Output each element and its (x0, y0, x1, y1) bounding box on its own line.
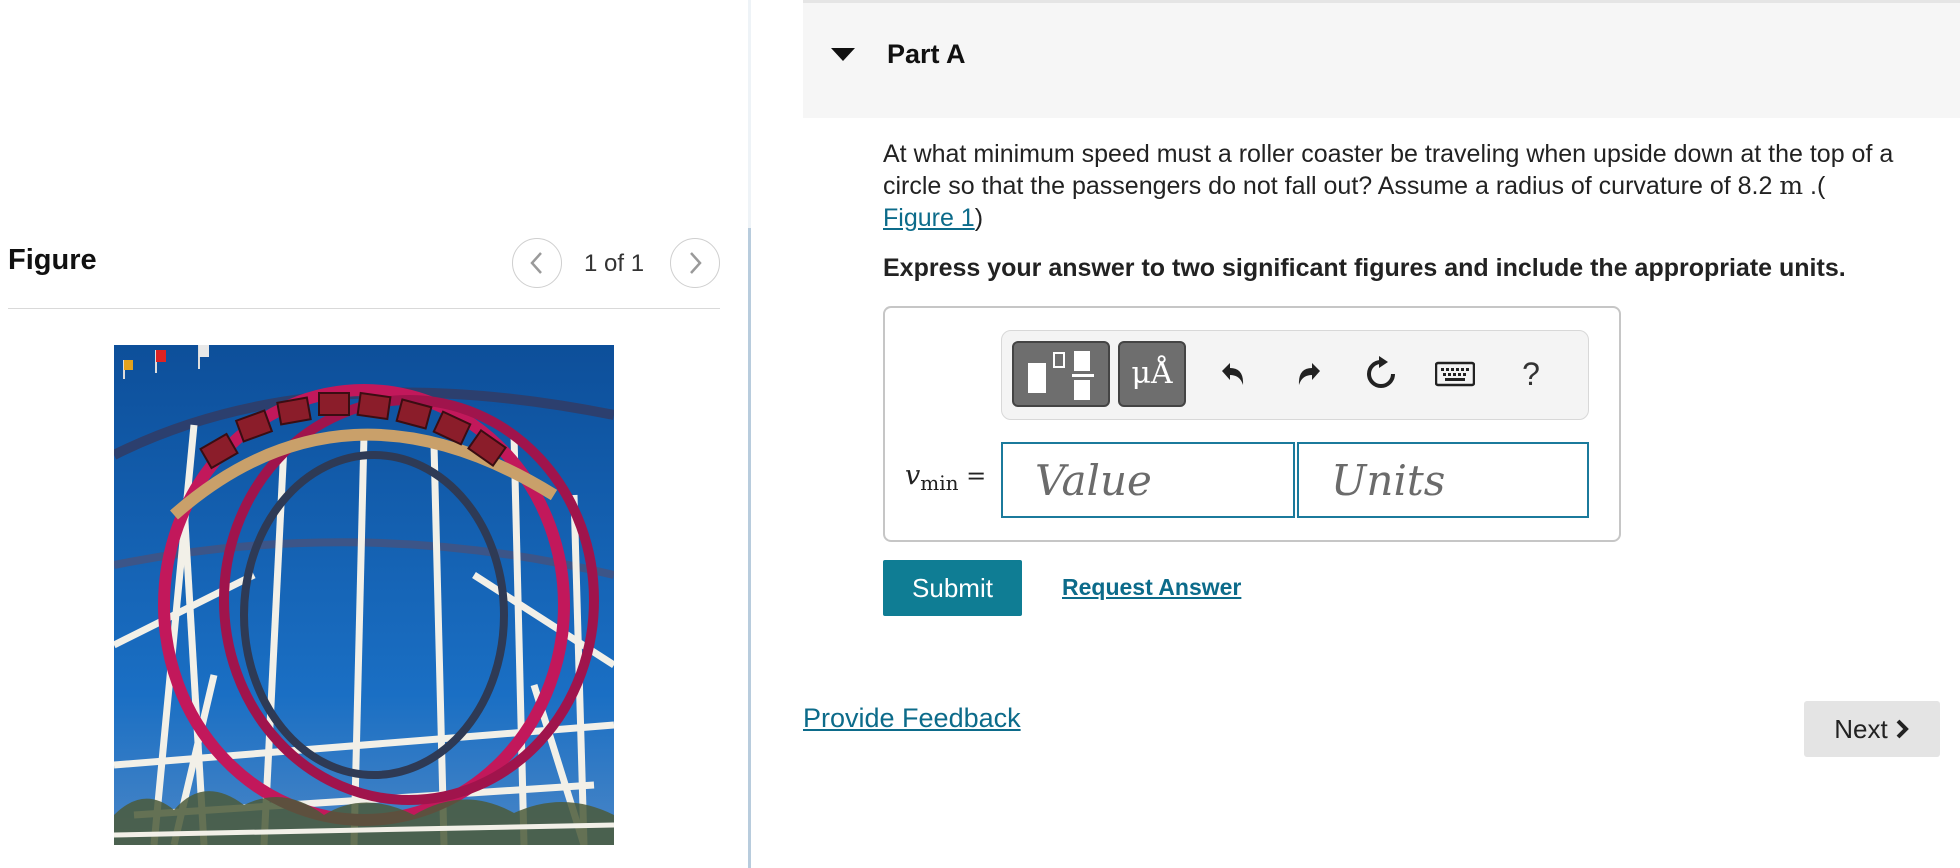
figure-title: Figure (8, 244, 97, 276)
panel-resize-handle[interactable] (748, 228, 751, 868)
units-input[interactable] (1297, 442, 1589, 518)
help-icon: ? (1522, 355, 1540, 392)
figure-panel: Figure 1 of 1 (0, 0, 750, 868)
figure-header: Figure 1 of 1 (8, 238, 720, 309)
roller-coaster-illustration (114, 345, 614, 845)
chevron-left-icon (530, 252, 542, 274)
question-body: At what minimum speed must a roller coas… (883, 140, 1894, 200)
radius-unit: m (1779, 171, 1804, 200)
math-toolbar: μÅ ? (1001, 330, 1589, 420)
figure-counter: 1 of 1 (584, 250, 645, 277)
question-suffix: .( (1803, 172, 1826, 200)
variable-label: vmin = (905, 460, 986, 495)
templates-button[interactable] (1012, 341, 1110, 407)
figure-1-link[interactable]: Figure 1 (883, 204, 975, 232)
next-button[interactable]: Next (1804, 701, 1940, 757)
units-icon: μÅ (1131, 356, 1173, 391)
chevron-right-icon (1896, 719, 1909, 739)
templates-icon (1028, 351, 1094, 400)
submit-button[interactable]: Submit (883, 560, 1022, 616)
variable-symbol: v (905, 460, 921, 491)
previous-figure-button[interactable] (512, 238, 562, 288)
variable-subscript: min (920, 470, 959, 495)
redo-icon (1298, 363, 1320, 385)
reset-button[interactable] (1356, 347, 1406, 401)
page: Figure 1 of 1 Part A At what minimum spe… (0, 0, 1960, 868)
keyboard-icon (1435, 361, 1475, 387)
keyboard-button[interactable] (1430, 347, 1480, 401)
help-button[interactable]: ? (1506, 347, 1556, 401)
redo-button[interactable] (1284, 347, 1334, 401)
reset-icon (1367, 356, 1395, 388)
question-closing: ) (974, 204, 984, 232)
roller-coaster-figure-image[interactable] (114, 345, 614, 845)
caret-down-icon[interactable] (831, 48, 855, 61)
provide-feedback-link[interactable]: Provide Feedback (803, 703, 1021, 734)
next-figure-button[interactable] (670, 238, 720, 288)
equals-sign: = (966, 462, 987, 490)
undo-icon (1222, 363, 1244, 385)
question-text: At what minimum speed must a roller coas… (883, 138, 1943, 234)
answer-instruction: Express your answer to two significant f… (883, 254, 1846, 282)
part-a-header[interactable]: Part A (803, 0, 1960, 118)
units-button[interactable]: μÅ (1118, 341, 1186, 407)
undo-button[interactable] (1208, 347, 1258, 401)
chevron-right-icon (690, 252, 702, 274)
answer-box: μÅ ? vmin = Value Units (883, 306, 1621, 542)
request-answer-link[interactable]: Request Answer (1062, 574, 1241, 601)
next-label: Next (1834, 713, 1888, 744)
value-input[interactable] (1001, 442, 1295, 518)
part-title: Part A (887, 39, 966, 69)
